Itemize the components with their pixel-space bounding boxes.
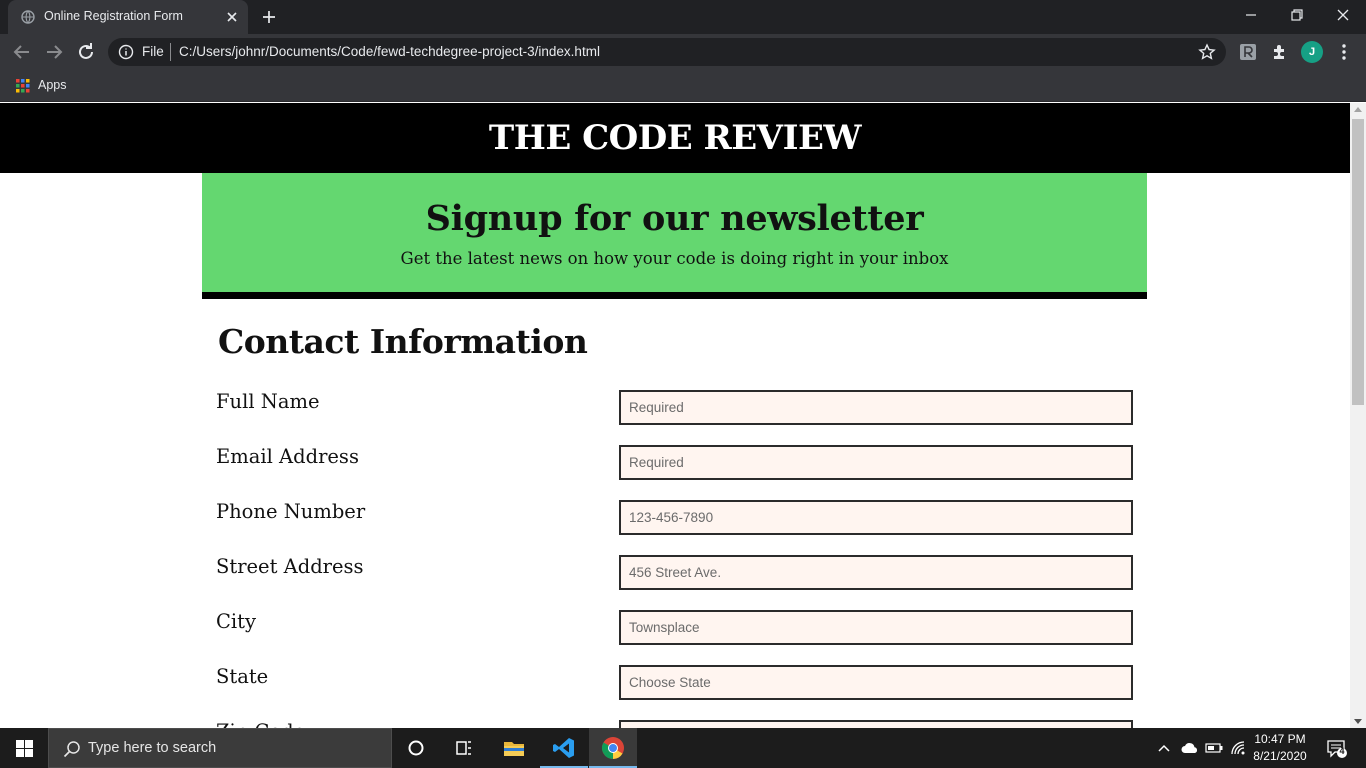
address-separator bbox=[170, 43, 171, 61]
hero-heading: Signup for our newsletter bbox=[425, 198, 924, 239]
search-icon bbox=[63, 741, 80, 758]
battery-button[interactable] bbox=[1204, 728, 1224, 768]
taskbar-search-box[interactable]: Type here to search bbox=[48, 728, 392, 768]
street-address-input[interactable] bbox=[619, 555, 1133, 590]
show-hidden-icons-button[interactable] bbox=[1156, 728, 1172, 768]
close-window-button[interactable] bbox=[1320, 0, 1366, 30]
state-label: State bbox=[216, 665, 269, 688]
state-input[interactable] bbox=[619, 665, 1133, 700]
full-name-input[interactable] bbox=[619, 390, 1133, 425]
hero-subheading: Get the latest news on how your code is … bbox=[400, 249, 949, 268]
reload-button[interactable] bbox=[74, 40, 98, 64]
new-tab-icon[interactable] bbox=[259, 7, 279, 27]
newsletter-hero: Signup for our newsletter Get the latest… bbox=[202, 173, 1147, 299]
scrollbar-thumb[interactable] bbox=[1352, 119, 1364, 405]
arrow-left-icon bbox=[13, 45, 29, 59]
info-icon[interactable] bbox=[118, 44, 134, 60]
scroll-up-arrow-icon[interactable] bbox=[1354, 107, 1362, 112]
task-view-button[interactable] bbox=[440, 728, 488, 768]
zip-code-label: Zip Code bbox=[216, 720, 305, 728]
browser-menu-button[interactable] bbox=[1333, 41, 1355, 63]
email-label: Email Address bbox=[216, 445, 359, 468]
clock-date: 8/21/2020 bbox=[1253, 749, 1307, 763]
section-title: Contact Information bbox=[218, 322, 588, 361]
forward-button[interactable] bbox=[42, 40, 66, 64]
bookmark-label: Apps bbox=[38, 78, 67, 92]
file-explorer-button[interactable] bbox=[490, 728, 538, 768]
page-scrollbar[interactable] bbox=[1350, 103, 1366, 728]
street-address-label: Street Address bbox=[216, 555, 364, 578]
chrome-icon bbox=[602, 737, 624, 759]
browser-tab[interactable]: Online Registration Form bbox=[8, 0, 248, 34]
battery-icon bbox=[1205, 743, 1223, 753]
clock-time: 10:47 PM bbox=[1254, 732, 1306, 746]
globe-icon bbox=[21, 10, 35, 24]
browser-tab-strip: Online Registration Form bbox=[0, 0, 1366, 34]
back-button[interactable] bbox=[10, 40, 34, 64]
notification-count-badge: 4 bbox=[1339, 746, 1345, 756]
site-title: THE CODE REVIEW bbox=[0, 103, 1350, 173]
minimize-icon bbox=[1246, 14, 1256, 16]
reload-icon bbox=[79, 43, 93, 59]
vscode-button[interactable] bbox=[540, 728, 588, 768]
close-tab-icon[interactable] bbox=[222, 7, 242, 27]
url-text[interactable]: C:/Users/johnr/Documents/Code/fewd-techd… bbox=[179, 44, 600, 59]
restore-icon bbox=[1291, 9, 1303, 21]
full-name-label: Full Name bbox=[216, 390, 320, 413]
task-view-icon bbox=[456, 741, 471, 755]
vscode-icon bbox=[553, 738, 574, 758]
cortana-button[interactable] bbox=[392, 728, 440, 768]
email-input[interactable] bbox=[619, 445, 1133, 480]
tab-title: Online Registration Form bbox=[44, 9, 183, 23]
scroll-down-arrow-icon[interactable] bbox=[1354, 719, 1362, 724]
windows-logo-icon bbox=[16, 740, 33, 757]
chevron-up-icon bbox=[1158, 744, 1170, 752]
city-input[interactable] bbox=[619, 610, 1133, 645]
city-label: City bbox=[216, 610, 257, 633]
folder-icon bbox=[504, 742, 524, 756]
kebab-menu-icon bbox=[1342, 44, 1346, 60]
action-center-button[interactable]: 4 bbox=[1320, 728, 1360, 768]
close-icon bbox=[1337, 9, 1349, 21]
puzzle-icon bbox=[1274, 45, 1284, 59]
phone-input[interactable] bbox=[619, 500, 1133, 535]
taskbar-clock[interactable]: 10:47 PM 8/21/2020 bbox=[1244, 731, 1316, 765]
taskbar: Type here to search 10:47 PM 8/21/2020 4 bbox=[0, 728, 1366, 768]
apps-grid-icon bbox=[16, 79, 30, 93]
start-button[interactable] bbox=[0, 728, 48, 768]
address-bar[interactable]: File C:/Users/johnr/Documents/Code/fewd-… bbox=[108, 38, 1226, 66]
extension-r-icon bbox=[1240, 44, 1256, 60]
search-placeholder: Type here to search bbox=[88, 740, 217, 756]
page-viewport: THE CODE REVIEW Signup for our newslette… bbox=[0, 103, 1350, 728]
profile-avatar[interactable]: J bbox=[1301, 41, 1323, 63]
chrome-button[interactable] bbox=[589, 728, 637, 768]
onedrive-button[interactable] bbox=[1180, 728, 1200, 768]
restore-button[interactable] bbox=[1274, 0, 1320, 30]
zip-code-input[interactable] bbox=[619, 720, 1133, 728]
url-scheme-label: File bbox=[142, 44, 164, 59]
minimize-button[interactable] bbox=[1228, 0, 1274, 30]
arrow-right-icon bbox=[47, 45, 63, 59]
browser-toolbar: File C:/Users/johnr/Documents/Code/fewd-… bbox=[0, 34, 1366, 70]
extensions-menu-button[interactable] bbox=[1269, 41, 1291, 63]
phone-label: Phone Number bbox=[216, 500, 366, 523]
cortana-circle-icon bbox=[408, 740, 424, 756]
extension-button[interactable] bbox=[1237, 41, 1259, 63]
bookmarks-bar: Apps bbox=[0, 70, 1366, 102]
bookmark-star-icon[interactable] bbox=[1198, 43, 1216, 61]
cloud-icon bbox=[1181, 743, 1198, 753]
